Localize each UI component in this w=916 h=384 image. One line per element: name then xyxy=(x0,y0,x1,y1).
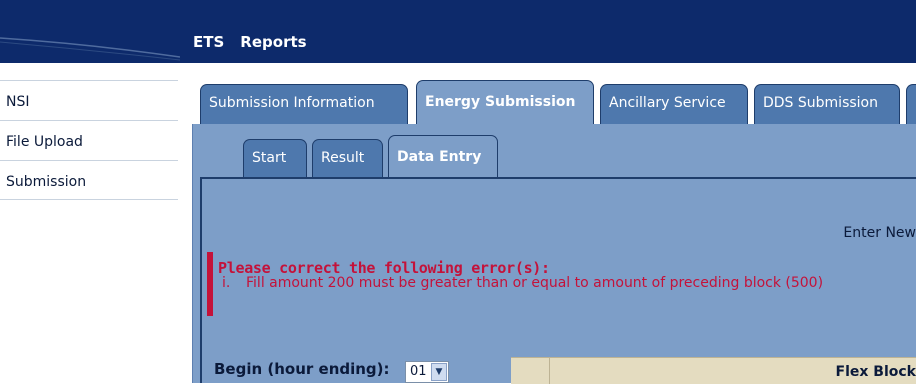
error-list-item: i. Fill amount 200 must be greater than … xyxy=(222,272,902,291)
tab-energy-submission[interactable]: Energy Submission xyxy=(416,80,594,124)
grid-column-divider xyxy=(549,358,550,384)
subtab-result[interactable]: Result xyxy=(312,139,383,177)
hour-ending-value: 01 xyxy=(410,364,427,379)
menu-ets[interactable]: ETS xyxy=(193,33,224,51)
tab-ancillary-service[interactable]: Ancillary Service xyxy=(600,84,748,124)
subtab-start[interactable]: Start xyxy=(243,139,307,177)
chevron-down-icon[interactable]: ▼ xyxy=(431,363,447,381)
flex-block-grid-header: Flex Block xyxy=(511,357,916,384)
main-tabs: Submission Information Energy Submission… xyxy=(200,80,916,124)
tab-submission-information[interactable]: Submission Information xyxy=(200,84,408,124)
header-swoosh xyxy=(0,37,180,61)
error-item-text: Fill amount 200 must be greater than or … xyxy=(246,275,824,291)
subtab-data-entry[interactable]: Data Entry xyxy=(388,135,498,177)
nav-item-nsi[interactable]: NSI xyxy=(0,80,178,120)
error-item-number: i. xyxy=(222,275,231,291)
flex-block-header-label: Flex Block xyxy=(835,364,916,380)
top-bar: ETS Reports xyxy=(0,0,916,63)
tab-dds-submission[interactable]: DDS Submission xyxy=(754,84,900,124)
hour-ending-select[interactable]: 01 ▼ xyxy=(405,361,449,383)
left-nav: NSI File Upload Submission xyxy=(0,80,178,200)
top-menu: ETS Reports xyxy=(193,33,307,51)
error-indicator-bar xyxy=(207,252,213,316)
nav-item-submission[interactable]: Submission xyxy=(0,160,178,200)
begin-hour-label: Begin (hour ending): xyxy=(214,360,390,378)
enter-new-label: Enter New xyxy=(843,225,916,241)
nav-item-file-upload[interactable]: File Upload xyxy=(0,120,178,160)
tab-more[interactable] xyxy=(906,84,916,124)
menu-reports[interactable]: Reports xyxy=(240,33,306,51)
